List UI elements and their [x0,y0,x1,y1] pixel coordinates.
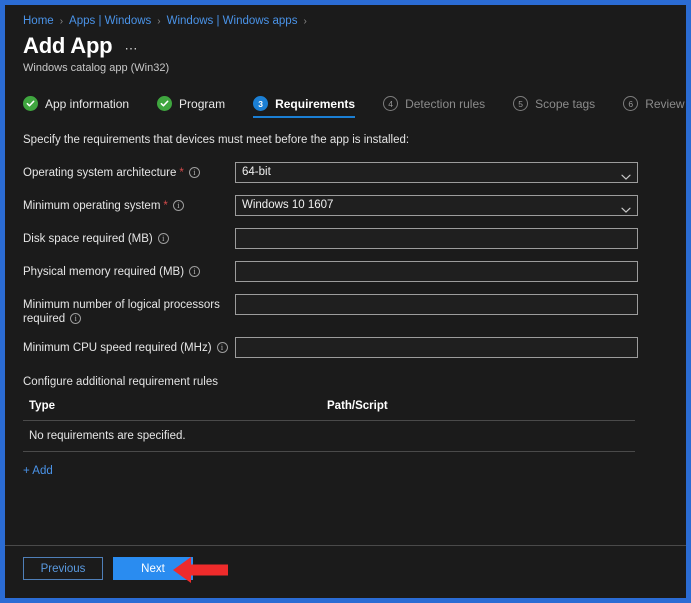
field-control: Windows 10 1607 [235,195,638,216]
field-label: Minimum number of logical processors req… [23,294,235,326]
breadcrumb-separator-icon: › [303,15,307,27]
field-control [235,337,638,358]
info-icon[interactable]: i [188,167,200,178]
table-row: No requirements are specified. [23,421,635,452]
table-header-row: Type Path/Script [23,400,635,421]
breadcrumb-item-home[interactable]: Home [23,15,54,27]
field-label: Minimum CPU speed required (MHz) i [23,337,235,355]
wizard-step-label: Requirements [275,96,356,111]
step-number-badge: 5 [513,96,529,111]
previous-button[interactable]: Previous [23,557,103,580]
field-label-text: Physical memory required (MB) [23,266,185,278]
physical-memory-input[interactable] [235,261,638,282]
logical-processors-input[interactable] [235,294,638,315]
wizard-step-label: Review + create [645,96,686,111]
os-architecture-select[interactable]: 64-bit [235,162,638,183]
requirements-form: Specify the requirements that devices mu… [5,118,686,545]
column-header-type: Type [29,400,55,412]
field-minimum-logical-processors: Minimum number of logical processors req… [23,294,668,326]
breadcrumb-item-windows-apps[interactable]: Windows | Windows apps [167,15,298,27]
requirement-rules-table: Type Path/Script No requirements are spe… [23,400,635,452]
field-control: 64-bit [235,162,638,183]
field-control [235,228,638,249]
additional-rules-label: Configure additional requirement rules [23,376,218,388]
column-header-path-script: Path/Script [327,400,388,412]
field-label: Disk space required (MB) i [23,228,235,246]
page-title: Add App [23,33,113,58]
info-icon[interactable]: i [172,200,184,211]
required-asterisk: * [163,200,168,212]
wizard-step-scope-tags[interactable]: 5 Scope tags [500,96,610,118]
field-minimum-operating-system: Minimum operating system * i Windows 10 16… [23,195,668,217]
step-number-badge: 3 [253,96,269,111]
step-number-badge: 4 [383,96,399,111]
wizard-step-label: App information [45,96,130,111]
field-label: Physical memory required (MB) i [23,261,235,279]
more-options-icon[interactable]: ⋯ [124,41,139,57]
required-asterisk: * [179,167,184,179]
field-control [235,261,638,282]
form-intro-text: Specify the requirements that devices mu… [23,134,410,146]
field-disk-space-required: Disk space required (MB) i [23,228,668,250]
field-physical-memory-required: Physical memory required (MB) i [23,261,668,283]
info-icon[interactable]: i [189,266,201,277]
step-number-badge: 6 [623,96,639,111]
wizard-step-review-create[interactable]: 6 Review + create [610,96,686,118]
wizard-step-label: Program [179,96,226,111]
field-label: Minimum operating system * i [23,195,235,213]
check-icon [23,96,38,111]
wizard-step-app-information[interactable]: App information [23,96,144,118]
breadcrumb: Home › Apps | Windows › Windows | Window… [5,5,686,27]
info-icon[interactable]: i [70,313,82,324]
wizard-step-program[interactable]: Program [144,96,240,118]
field-label-text: Operating system architecture [23,167,177,179]
wizard-step-label: Scope tags [535,96,596,111]
field-label: Operating system architecture * i [23,162,235,180]
info-icon[interactable]: i [157,233,169,244]
cpu-speed-input[interactable] [235,337,638,358]
empty-state-message: No requirements are specified. [29,430,186,442]
page-subtitle: Windows catalog app (Win32) [23,62,170,74]
wizard-step-requirements[interactable]: 3 Requirements [240,96,370,118]
left-arrow-icon [173,555,229,590]
field-label-text: Disk space required (MB) [23,233,153,245]
wizard-steps: App information Program 3 Requirements 4… [5,74,686,118]
wizard-step-detection-rules[interactable]: 4 Detection rules [370,96,500,118]
disk-space-input[interactable] [235,228,638,249]
minimum-os-select[interactable]: Windows 10 1607 [235,195,638,216]
info-icon[interactable]: i [216,342,228,353]
azure-portal-blade: Home › Apps | Windows › Windows | Window… [5,5,686,598]
field-label-text: Minimum operating system [23,200,161,212]
wizard-footer: Previous Next [5,545,686,598]
title-row: Add App ⋯ [5,27,686,59]
field-minimum-cpu-speed: Minimum CPU speed required (MHz) i [23,337,668,359]
add-requirement-rule-link[interactable]: + Add [23,465,53,477]
breadcrumb-separator-icon: › [59,15,64,27]
wizard-step-label: Detection rules [405,96,486,111]
field-control [235,294,638,315]
breadcrumb-separator-icon: › [157,15,161,27]
field-label-text: Minimum CPU speed required (MHz) [23,342,212,354]
field-operating-system-architecture: Operating system architecture * i 64-bit [23,162,668,184]
field-label-text: Minimum number of logical processors req… [23,299,220,325]
breadcrumb-item-apps-windows[interactable]: Apps | Windows [69,15,151,27]
check-icon [157,96,173,111]
